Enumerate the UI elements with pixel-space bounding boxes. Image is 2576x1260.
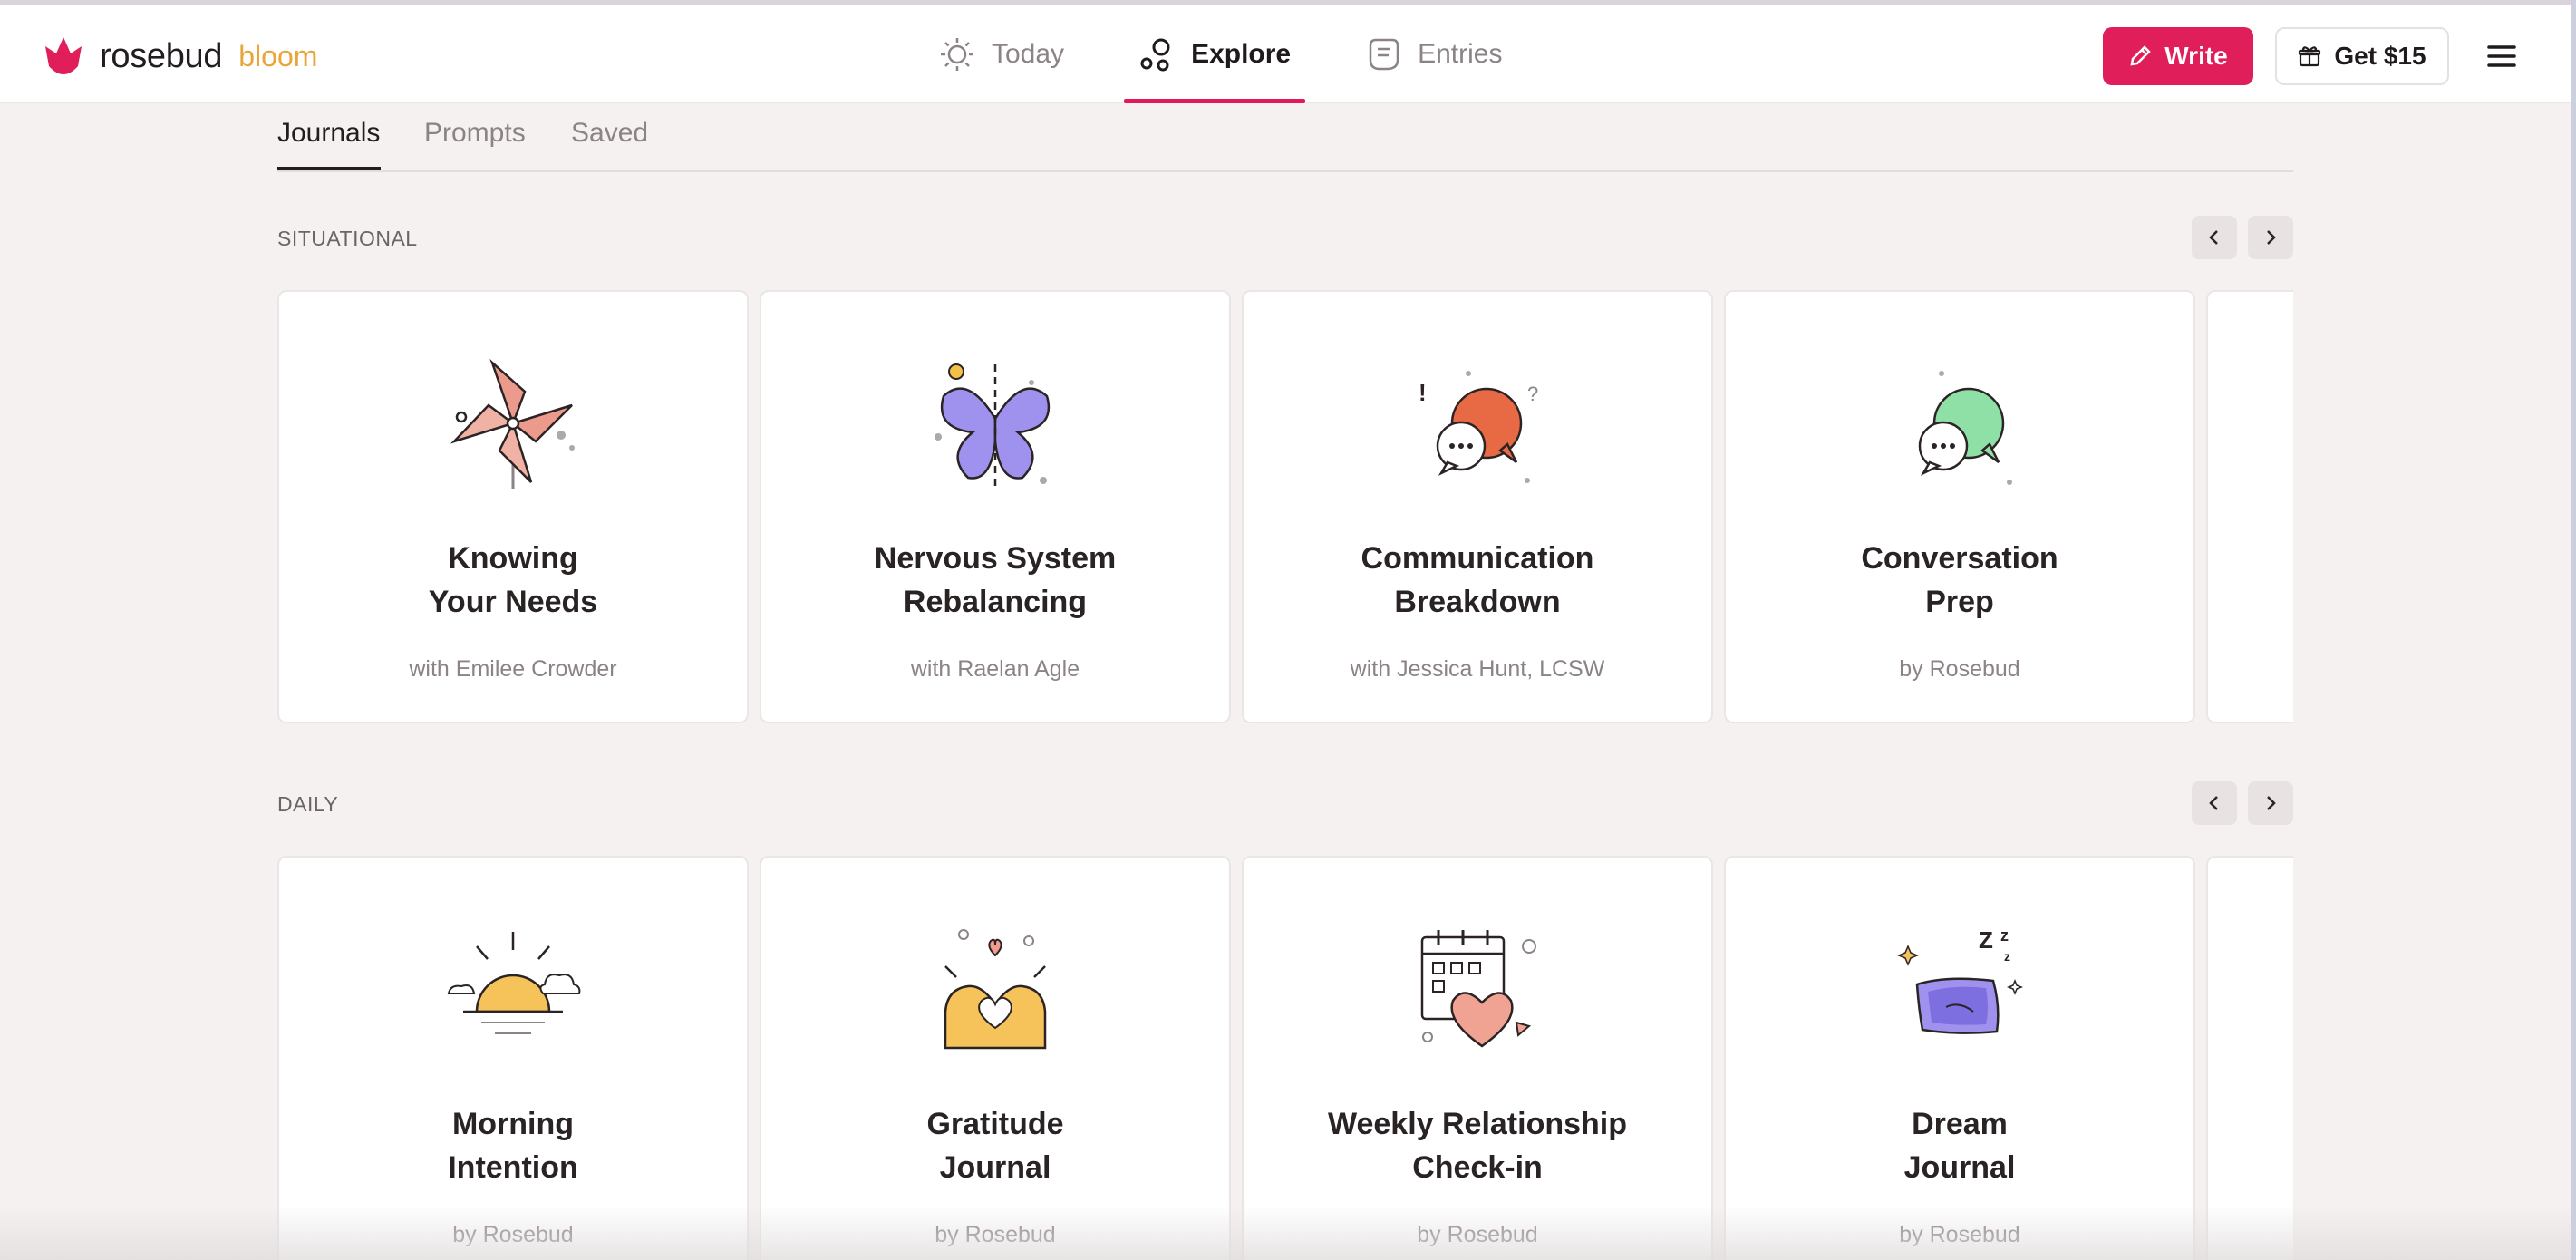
chevron-right-icon (2267, 230, 2276, 245)
tab-prompts[interactable]: Prompts (424, 118, 526, 149)
nav-entries-label: Entries (1418, 39, 1503, 69)
pinwheel-icon (450, 358, 575, 489)
chevron-right-icon (2267, 796, 2276, 810)
daily-row: Morning Intention by Rosebud Gratitude Jou… (277, 856, 2293, 1260)
card-author: by Rosebud (1899, 1222, 2020, 1247)
card-title: Morning Intention (448, 1107, 578, 1185)
chevron-left-icon (2209, 230, 2218, 245)
svg-text:!: ! (1419, 379, 1427, 406)
section-label-situational: SITUATIONAL (277, 227, 418, 250)
card-title: Gratitude Journal (926, 1107, 1064, 1185)
journal-subtabs: Journals Prompts Saved (277, 103, 2293, 172)
speech-bubbles-green-icon (1918, 371, 2012, 485)
situational-prev-button[interactable] (2192, 216, 2237, 259)
situational-row: Knowing Your Needs with Emilee Crowder Ne… (277, 290, 2293, 725)
card-title: Weekly Relationship Check-in (1327, 1107, 1628, 1185)
journal-card[interactable]: Gratitude Journal by Rosebud (760, 856, 1231, 1260)
card-title: Dream Journal (1903, 1107, 2016, 1185)
card-title: Communication Breakdown (1361, 541, 1594, 619)
card-author: by Rosebud (452, 1222, 574, 1247)
card-author: with Emilee Crowder (409, 656, 617, 682)
nav-explore[interactable]: Explore (1124, 5, 1306, 103)
window-right-edge (2571, 0, 2576, 1260)
brand-name: rosebud (100, 36, 223, 75)
nav-today[interactable]: Today (925, 5, 1079, 103)
svg-text:Z: Z (1979, 926, 1993, 954)
journal-card-partial[interactable] (2206, 856, 2293, 1260)
referral-button[interactable]: Get $15 (2275, 27, 2449, 85)
active-tab-underline (277, 167, 381, 170)
explore-icon (1140, 38, 1170, 72)
nav-entries[interactable]: Entries (1351, 5, 1516, 103)
logo[interactable]: rosebud bloom (44, 29, 317, 83)
referral-label: Get $15 (2334, 42, 2426, 70)
card-title: Nervous System Rebalancing (874, 541, 1117, 619)
pencil-icon (2130, 45, 2152, 66)
hamburger-menu-icon[interactable] (2484, 38, 2520, 74)
gift-icon (2299, 46, 2321, 67)
journal-card[interactable]: Conversation Prep by Rosebud (1724, 290, 2195, 723)
card-author: with Jessica Hunt, LCSW (1350, 656, 1605, 682)
journal-card[interactable]: ! ? Communication Breakdown with Jessica … (1242, 290, 1713, 723)
sun-icon (941, 38, 973, 71)
heart-hands-icon (944, 929, 1047, 1050)
tab-journals[interactable]: Journals (277, 118, 380, 149)
card-title: Knowing Your Needs (428, 541, 598, 619)
svg-text:z: z (2004, 949, 2010, 964)
journal-card[interactable]: Knowing Your Needs with Emilee Crowder (277, 290, 749, 723)
chevron-left-icon (2209, 796, 2218, 810)
daily-prev-button[interactable] (2192, 781, 2237, 825)
situational-next-button[interactable] (2248, 216, 2293, 259)
journal-card[interactable]: Z z z Dream Journal by Rosebud (1724, 856, 2195, 1260)
write-label: Write (2164, 42, 2228, 70)
main-nav: Today Explore Entries (925, 5, 1562, 103)
butterfly-icon (935, 363, 1051, 491)
sunrise-icon (447, 932, 581, 1034)
svg-text:z: z (2000, 926, 2009, 945)
pillow-icon: Z z z (1897, 926, 2024, 1034)
section-label-daily: DAILY (277, 792, 339, 816)
card-author: by Rosebud (1417, 1222, 1538, 1247)
card-title: Conversation Prep (1861, 541, 2058, 619)
speech-bubbles-orange-icon: ! ? (1419, 371, 1538, 483)
journal-card[interactable]: Nervous System Rebalancing with Raelan Ag… (760, 290, 1231, 723)
brand-sub: bloom (238, 39, 318, 73)
calendar-heart-icon (1420, 930, 1536, 1048)
rosebud-logo-icon (45, 37, 82, 74)
journal-card-partial[interactable] (2206, 290, 2293, 723)
card-author: by Rosebud (935, 1222, 1056, 1247)
write-button[interactable]: Write (2103, 27, 2253, 85)
journal-card[interactable]: Weekly Relationship Check-in by Rosebud (1242, 856, 1713, 1260)
card-author: by Rosebud (1899, 656, 2020, 682)
daily-next-button[interactable] (2248, 781, 2293, 825)
nav-today-label: Today (992, 39, 1065, 69)
svg-text:?: ? (1527, 383, 1538, 405)
card-author: with Raelan Agle (910, 656, 1080, 682)
top-header: rosebud bloom Today Explore Entries Writ… (0, 5, 2571, 103)
journal-card[interactable]: Morning Intention by Rosebud (277, 856, 749, 1260)
tab-saved[interactable]: Saved (571, 118, 648, 149)
entries-icon (1369, 38, 1399, 71)
nav-explore-label: Explore (1191, 39, 1292, 69)
